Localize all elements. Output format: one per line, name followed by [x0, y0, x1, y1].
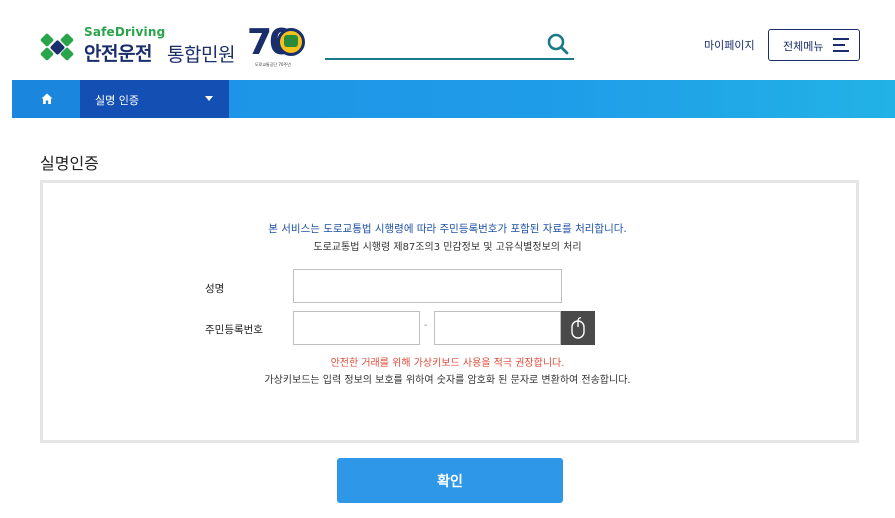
rrn-back-field[interactable] [434, 311, 561, 345]
name-label: 성명 [205, 283, 225, 295]
nav-dropdown-menu[interactable]: 실명 인증 [80, 80, 229, 118]
home-icon [41, 93, 53, 104]
legal-basis-notice: 도로교통법 시행령 제87조의3 민감정보 및 고유식별정보의 처리 [313, 242, 582, 253]
name-field[interactable] [293, 269, 562, 303]
mouse-icon [571, 317, 585, 339]
virtual-keyboard-description: 가상키보드는 입력 정보의 보호를 위하여 숫자를 암호화 된 문자로 변환하여… [264, 375, 631, 386]
all-menu-label: 전체메뉴 [783, 40, 824, 53]
all-menu-button[interactable]: 전체메뉴 [768, 29, 860, 61]
anniversary-caption: 도로교통공단 70주년 [255, 62, 291, 67]
search-icon[interactable] [546, 32, 570, 56]
service-notice: 본 서비스는 도로교통법 시행령에 따라 주민등록번호가 포함된 자료를 처리합… [268, 223, 627, 235]
anniversary-emblem: 70 도로교통공단 70주년 [247, 22, 311, 71]
logo-title: 안전운전 [84, 43, 152, 65]
rrn-front-field[interactable] [293, 311, 420, 345]
rrn-label: 주민등록번호 [205, 324, 263, 336]
search-input[interactable] [325, 58, 574, 60]
hamburger-icon [833, 38, 849, 52]
site-header: SafeDriving 안전운전 통합민원 70 도로교통공단 70주년 마이페… [0, 0, 895, 80]
rrn-separator: - [424, 320, 428, 331]
nav-current-menu: 실명 인증 [95, 94, 139, 107]
logo-subtitle: SafeDriving [84, 25, 166, 39]
virtual-keyboard-button[interactable] [561, 311, 595, 345]
confirm-button[interactable]: 확인 [337, 458, 563, 503]
mypage-link[interactable]: 마이페이지 [704, 37, 755, 53]
page-title: 실명인증 [40, 154, 99, 173]
virtual-keyboard-warning: 안전한 거래를 위해 가상키보드 사용을 적극 권장합니다. [330, 358, 565, 369]
mascot-face [284, 35, 298, 47]
logo-title-secondary: 통합민원 [167, 44, 235, 66]
home-button[interactable] [12, 80, 80, 118]
chevron-down-icon [205, 96, 213, 101]
logo-mark-icon [40, 33, 74, 61]
